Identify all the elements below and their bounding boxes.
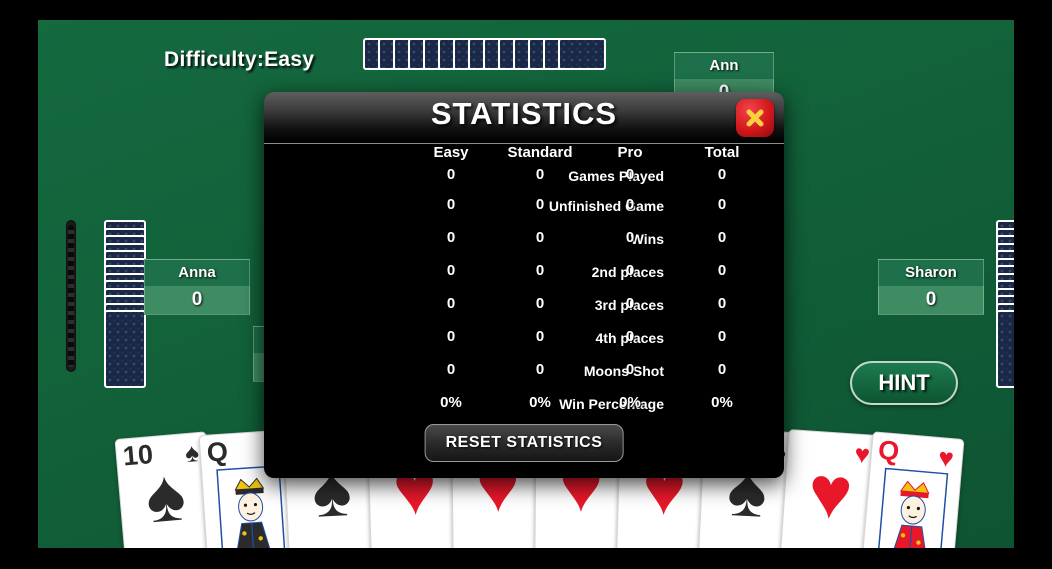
device-screen: Difficulty:Easy Ann 0 Anna 0 Sharon 0 Gu… — [0, 0, 1052, 569]
player-score: 0 — [191, 289, 203, 310]
card-suit-large-icon: ♠ — [142, 452, 189, 539]
hand-card[interactable]: Q ♥ — [861, 431, 965, 548]
table-cell: 0 — [446, 328, 456, 345]
table-cell: 0 — [446, 196, 456, 213]
close-icon[interactable] — [736, 99, 774, 137]
table-cell: 0 — [535, 196, 545, 213]
player-plate-anna: Anna 0 — [144, 259, 250, 315]
table-cell: 0 — [446, 361, 456, 378]
table-cell: 0 — [717, 166, 727, 183]
player-plate-sharon: Sharon 0 — [878, 259, 984, 315]
table-header-row: Easy Standard Pro Total — [264, 144, 784, 164]
column-header-standard: Standard — [507, 144, 573, 161]
column-header-pro: Pro — [617, 144, 643, 161]
table-row: Win Percentage 0% 0% 0% 0% — [264, 392, 784, 425]
difficulty-label: Difficulty:Easy — [164, 48, 315, 71]
dialog-header: STATISTICS — [264, 92, 784, 144]
table-row: Wins 0 0 0 0 — [264, 227, 784, 260]
table-cell: 0 — [625, 166, 635, 183]
table-cell: 0 — [717, 361, 727, 378]
table-cell: 0 — [625, 328, 635, 345]
table-row: Games Played 0 0 0 0 — [264, 164, 784, 194]
reset-statistics-button[interactable]: RESET STATISTICS — [424, 424, 624, 462]
opponent-hand-left — [104, 220, 146, 388]
table-cell: 0 — [625, 196, 635, 213]
card-suit-icon: ♥ — [937, 441, 956, 474]
table-cell: 0 — [717, 229, 727, 246]
table-row: Moons Shot 0 0 0 0 — [264, 359, 784, 392]
table-cell: 0 — [535, 166, 545, 183]
table-cell: 0% — [619, 394, 641, 411]
opponent-hand-right — [996, 220, 1014, 388]
table-cell: 0 — [446, 166, 456, 183]
card-rank: Q — [205, 436, 229, 469]
table-cell: 0 — [446, 262, 456, 279]
card-suit-icon: ♥ — [853, 438, 872, 470]
hint-button[interactable]: HINT — [850, 361, 958, 405]
dialog-title: STATISTICS — [430, 96, 618, 131]
table-row: 3rd places 0 0 0 0 — [264, 293, 784, 326]
table-cell: 0% — [440, 394, 462, 411]
table-cell: 0 — [717, 328, 727, 345]
table-cell: 0 — [717, 196, 727, 213]
table-cell: 0 — [625, 229, 635, 246]
card-suit-large-icon: ♥ — [805, 449, 856, 536]
column-header-total: Total — [704, 144, 740, 161]
table-cell: 0 — [625, 295, 635, 312]
statistics-table: Easy Standard Pro Total Games Played 0 0 0 0 Unfi… — [264, 144, 784, 425]
face-card-art — [877, 467, 949, 548]
table-cell: 0 — [717, 295, 727, 312]
table-cell: 0 — [535, 262, 545, 279]
player-name: Ann — [709, 57, 739, 74]
card-rank: Q — [876, 434, 901, 467]
table-row: 2nd places 0 0 0 0 — [264, 260, 784, 293]
table-cell: 0 — [717, 262, 727, 279]
table-cell: 0 — [535, 229, 545, 246]
column-header-easy: Easy — [433, 144, 469, 161]
table-cell: 0% — [711, 394, 733, 411]
table-row: Unfinished Game 0 0 0 0 — [264, 194, 784, 227]
player-name: Anna — [178, 264, 216, 281]
table-cell: 0 — [625, 262, 635, 279]
opponent-card-right — [996, 310, 1014, 388]
table-cell: 0 — [446, 295, 456, 312]
opponent-hand-top — [363, 38, 606, 70]
device-speaker-grille — [66, 220, 76, 372]
table-cell: 0 — [535, 361, 545, 378]
table-row: 4th places 0 0 0 0 — [264, 326, 784, 359]
table-cell: 0 — [535, 328, 545, 345]
table-cell: 0 — [446, 229, 456, 246]
player-score: 0 — [925, 289, 937, 310]
opponent-card-left — [104, 310, 146, 388]
card-back — [558, 38, 606, 70]
player-name: Sharon — [905, 264, 957, 281]
table-cell: 0 — [535, 295, 545, 312]
card-suit-icon: ♠ — [183, 436, 201, 468]
statistics-dialog: STATISTICS Easy Standard Pro Total Games Pla… — [264, 92, 784, 478]
table-cell: 0% — [529, 394, 551, 411]
table-cell: 0 — [625, 361, 635, 378]
